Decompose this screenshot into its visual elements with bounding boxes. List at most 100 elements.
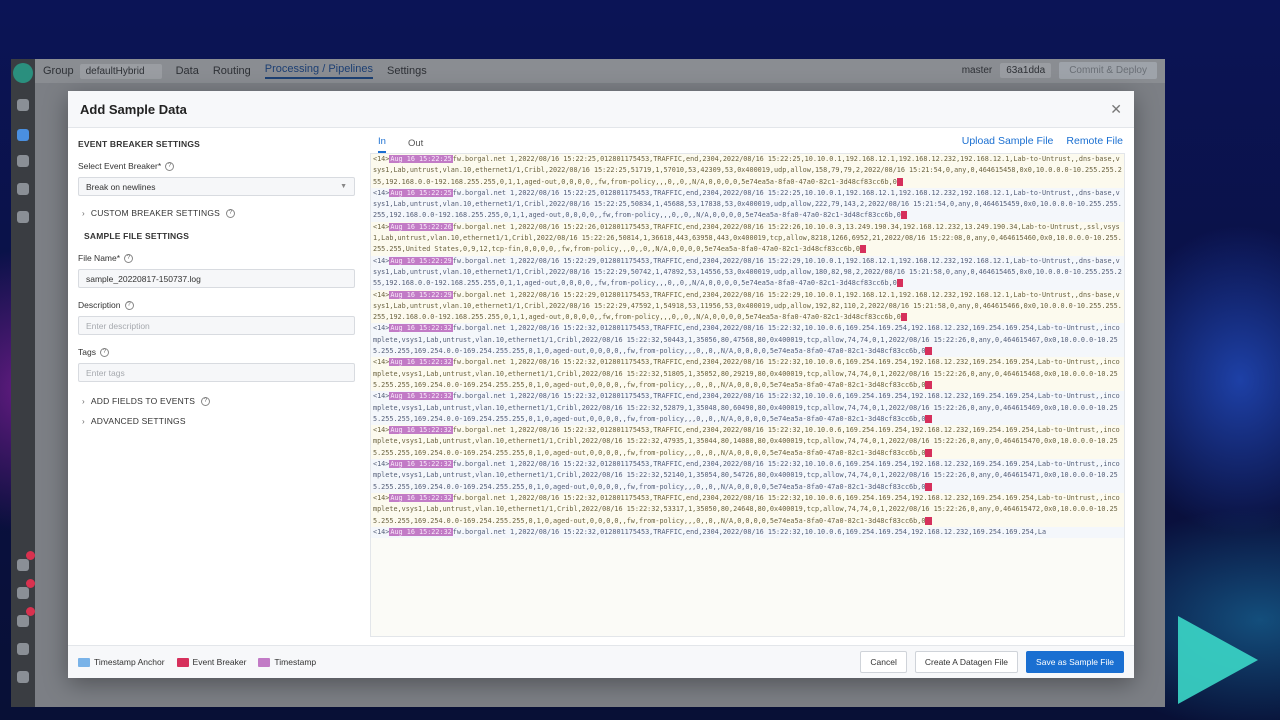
log-event: <14>Aug 16 15:22:29fw.borgal.net 1,2022/… — [371, 289, 1124, 324]
sample-file-settings-title: SAMPLE FILE SETTINGS — [84, 231, 190, 241]
legend-label: Event Breaker — [192, 657, 247, 667]
description-input[interactable]: Enter description — [78, 316, 355, 335]
upload-sample-file-link[interactable]: Upload Sample File — [962, 135, 1054, 147]
advanced-settings-label: ADVANCED SETTINGS — [90, 416, 186, 426]
log-timestamp: Aug 16 15:22:32 — [389, 392, 453, 401]
info-icon[interactable]: ? — [226, 208, 236, 218]
legend-label: Timestamp — [274, 657, 317, 667]
log-body: fw.borgal.net 1,2022/08/16 15:22:26,0128… — [373, 222, 1122, 254]
log-body: fw.borgal.net 1,2022/08/16 15:22:32,0128… — [373, 358, 1120, 389]
grid-icon[interactable] — [17, 183, 29, 195]
commit-hash[interactable]: 63a1dda — [1000, 63, 1052, 78]
event-breaker-marker — [925, 380, 932, 389]
settings-icon[interactable] — [17, 643, 29, 655]
info-icon[interactable]: ? — [165, 161, 175, 171]
tags-label: Tags ? — [78, 347, 355, 357]
event-breaker-select[interactable]: Break on newlines ▼ — [78, 177, 355, 196]
notification-badge — [26, 607, 35, 616]
search-icon[interactable] — [17, 99, 29, 111]
select-event-breaker-label: Select Event Breaker* ? — [78, 161, 355, 171]
notification-badge — [26, 551, 35, 560]
remote-file-link[interactable]: Remote File — [1066, 135, 1123, 147]
modal-header: Add Sample Data ✕ — [68, 91, 1134, 128]
event-breaker-marker — [900, 313, 907, 322]
legend-swatch — [78, 657, 90, 667]
save-as-sample-file-button[interactable]: Save as Sample File — [1026, 651, 1124, 673]
legend-swatch — [176, 657, 189, 667]
log-event: <14>Aug 16 15:22:32fw.borgal.net 1,2022/… — [371, 323, 1124, 358]
cancel-button[interactable]: Cancel — [860, 651, 907, 673]
log-prefix: <14> — [373, 392, 390, 401]
log-body: fw.borgal.net 1,2022/08/16 15:22:29,0128… — [373, 290, 1122, 322]
chevron-right-icon: › — [82, 208, 85, 218]
create-datagen-file-button[interactable]: Create A Datagen File — [914, 651, 1019, 673]
custom-breaker-settings-toggle[interactable]: › CUSTOM BREAKER SETTINGS ? — [78, 208, 355, 218]
log-body: fw.borgal.net 1,2022/08/16 15:22:32,0128… — [373, 460, 1120, 491]
nav-data[interactable]: Data — [176, 65, 199, 77]
log-prefix: <14> — [373, 155, 390, 163]
info-icon[interactable]: ? — [124, 300, 134, 310]
log-timestamp: Aug 16 15:22:25 — [389, 155, 453, 163]
brand-logo-icon — [1178, 616, 1258, 704]
user-icon[interactable] — [17, 671, 29, 683]
description-label-text: Description — [78, 300, 121, 310]
group-label: Group — [43, 65, 74, 77]
close-icon[interactable]: ✕ — [1110, 101, 1122, 118]
log-body: fw.borgal.net 1,2022/08/16 15:22:32,0128… — [373, 493, 1120, 525]
info-icon[interactable]: ? — [99, 347, 109, 357]
messages-icon[interactable] — [17, 587, 29, 599]
log-event: <14>Aug 16 15:22:32fw.borgal.net 1,2022/… — [371, 526, 1124, 539]
log-prefix: <14> — [373, 426, 390, 435]
event-breaker-marker — [925, 516, 932, 525]
chevron-right-icon: › — [82, 396, 85, 406]
event-breaker-marker — [925, 482, 932, 491]
add-fields-to-events-toggle[interactable]: › ADD FIELDS TO EVENTS ? — [78, 396, 355, 406]
log-event: <14>Aug 16 15:22:32fw.borgal.net 1,2022/… — [371, 459, 1124, 493]
alert-icon[interactable] — [17, 211, 29, 223]
settings-panel: EVENT BREAKER SETTINGS Select Event Brea… — [78, 135, 355, 426]
log-timestamp: Aug 16 15:22:32 — [389, 324, 453, 333]
log-event: <14>Aug 16 15:22:25fw.borgal.net 1,2022/… — [371, 154, 1124, 188]
file-name-input[interactable]: sample_20220817-150737.log — [78, 269, 355, 288]
highlight-legend: Timestamp Anchor Event Breaker Timestamp — [78, 657, 316, 667]
footer-buttons: Cancel Create A Datagen File Save as Sam… — [860, 651, 1124, 673]
log-prefix: <14> — [373, 493, 390, 502]
log-prefix: <14> — [373, 527, 390, 536]
app-logo-icon[interactable] — [13, 63, 33, 83]
log-body: fw.borgal.net 1,2022/08/16 15:22:32,0128… — [373, 324, 1120, 356]
file-actions: Upload Sample File Remote File — [962, 135, 1123, 147]
stream-icon[interactable] — [17, 129, 29, 141]
select-event-breaker-label-text: Select Event Breaker* — [78, 161, 162, 171]
nav-processing-pipelines[interactable]: Processing / Pipelines — [264, 63, 373, 79]
commit-deploy-button[interactable]: Commit & Deploy — [1059, 62, 1157, 79]
group-dropdown[interactable]: defaultHybrid — [79, 63, 162, 79]
left-rail — [11, 59, 35, 707]
log-body: fw.borgal.net 1,2022/08/16 15:22:32,0128… — [373, 426, 1120, 457]
git-icon[interactable] — [17, 559, 29, 571]
info-icon[interactable]: ? — [124, 253, 134, 263]
add-fields-to-events-label: ADD FIELDS TO EVENTS — [90, 396, 196, 406]
tab-out[interactable]: Out — [408, 138, 423, 153]
log-prefix: <14> — [373, 460, 390, 469]
group-selector[interactable]: Group defaultHybrid — [43, 63, 162, 79]
info-icon[interactable]: ? — [201, 396, 211, 406]
legend-item: Timestamp Anchor — [78, 657, 165, 667]
log-event: <14>Aug 16 15:22:32fw.borgal.net 1,2022/… — [371, 492, 1124, 527]
log-body: fw.borgal.net 1,2022/08/16 15:22:25,0128… — [373, 155, 1122, 186]
tags-input[interactable]: Enter tags — [78, 363, 355, 382]
event-breaker-marker — [900, 211, 907, 220]
sample-log-viewer[interactable]: <14>Aug 16 15:22:25fw.borgal.net 1,2022/… — [370, 153, 1125, 637]
log-body: fw.borgal.net 1,2022/08/16 15:22:29,0128… — [373, 256, 1122, 288]
nav-settings[interactable]: Settings — [387, 65, 427, 77]
chevron-down-icon: ▼ — [340, 183, 347, 190]
event-breaker-marker — [925, 347, 932, 356]
tab-in[interactable]: In — [378, 136, 386, 153]
advanced-settings-toggle[interactable]: › ADVANCED SETTINGS — [78, 416, 355, 426]
nav-routing[interactable]: Routing — [213, 65, 251, 77]
legend-label: Timestamp Anchor — [94, 657, 165, 667]
help-icon[interactable] — [17, 615, 29, 627]
topbar-right: master 63a1dda Commit & Deploy — [962, 62, 1157, 79]
log-event: <14>Aug 16 15:22:29fw.borgal.net 1,2022/… — [371, 255, 1124, 290]
log-event: <14>Aug 16 15:22:25fw.borgal.net 1,2022/… — [371, 187, 1124, 222]
monitor-icon[interactable] — [17, 155, 29, 167]
